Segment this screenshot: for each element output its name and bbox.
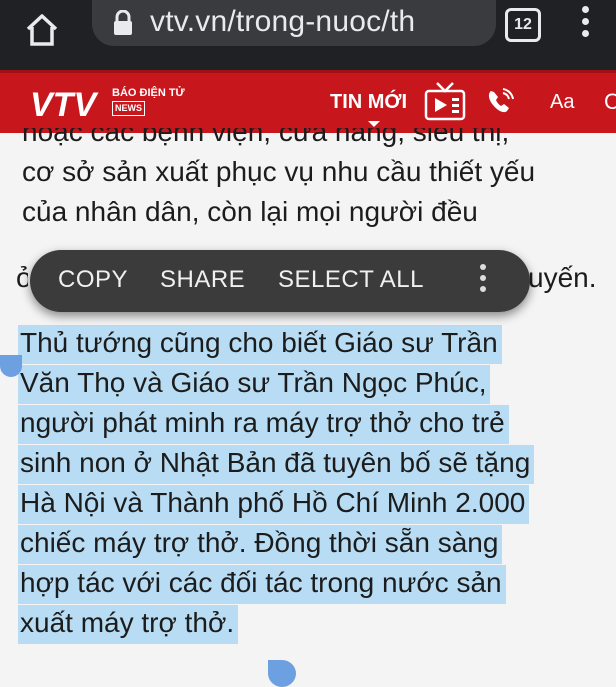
nav-latest-news[interactable]: TIN MỚI (330, 91, 407, 114)
hidden-line-start: ở (16, 262, 28, 293)
home-icon[interactable] (22, 10, 62, 50)
more-options-icon[interactable] (478, 264, 488, 298)
copy-button[interactable]: COPY (58, 266, 128, 294)
font-size-icon[interactable]: Aa (550, 91, 574, 114)
tab-switcher-button[interactable]: 12 (505, 8, 541, 42)
text-selection-menu: COPY SHARE SELECT ALL (30, 250, 530, 312)
nav-overflow-item[interactable]: C (604, 89, 616, 115)
hidden-line-end: uyến. (528, 262, 597, 293)
selection-end-handle[interactable] (268, 660, 296, 687)
selected-paragraph[interactable]: Thủ tướng cũng cho biết Giáo sư Trần Văn… (18, 323, 613, 644)
article-line: hoặc các bệnh viện, cửa hàng, siêu thị, (22, 128, 616, 152)
browser-toolbar: vtv.vn/trong-nuoc/th 12 (0, 0, 616, 70)
selected-line: hợp tác với các đối tác trong nước sản (18, 563, 613, 604)
selected-line: Thủ tướng cũng cho biết Giáo sư Trần (18, 323, 613, 364)
selection-start-handle[interactable] (0, 355, 22, 377)
article-line: cơ sở sản xuất phục vụ nhu cầu thiết yếu (22, 156, 536, 187)
logo-sub-text: BÁO ĐIỆN TỬ (112, 87, 185, 99)
address-bar[interactable]: vtv.vn/trong-nuoc/th (92, 0, 496, 46)
selected-line: Hà Nội và Thành phố Hồ Chí Minh 2.000 (18, 483, 613, 524)
nav-caret-icon (368, 121, 380, 127)
selected-line: chiếc máy trợ thở. Đồng thời sẵn sàng (18, 523, 613, 564)
selected-line: sinh non ở Nhật Bản đã tuyên bố sẽ tặng (18, 443, 613, 484)
lock-icon (114, 10, 132, 35)
selected-line: người phát minh ra máy trợ thở cho trẻ (18, 403, 613, 444)
select-all-button[interactable]: SELECT ALL (278, 266, 424, 294)
svg-text:VTV: VTV (30, 86, 99, 123)
article-line-text: hoặc các bệnh viện, cửa hàng, siêu thị, (22, 128, 510, 147)
logo-subtitle: BÁO ĐIỆN TỬ NEWS (112, 87, 185, 116)
vtv-logo[interactable]: VTV (30, 83, 110, 123)
phone-icon[interactable] (485, 87, 515, 117)
selected-line: Văn Thọ và Giáo sư Trần Ngọc Phúc, (18, 363, 613, 404)
article-line: của nhân dân, còn lại mọi người đều (22, 196, 478, 227)
share-button[interactable]: SHARE (160, 266, 245, 294)
selected-line: xuất máy trợ thở. (18, 603, 613, 644)
logo-news-badge: NEWS (112, 101, 145, 116)
article-body: hoặc các bệnh viện, cửa hàng, siêu thị, … (22, 128, 616, 232)
url-text: vtv.vn/trong-nuoc/th (150, 5, 416, 38)
browser-menu-icon[interactable] (578, 6, 592, 46)
tv-icon[interactable] (423, 81, 467, 123)
site-header: VTV BÁO ĐIỆN TỬ NEWS TIN MỚI Aa C (0, 70, 616, 133)
